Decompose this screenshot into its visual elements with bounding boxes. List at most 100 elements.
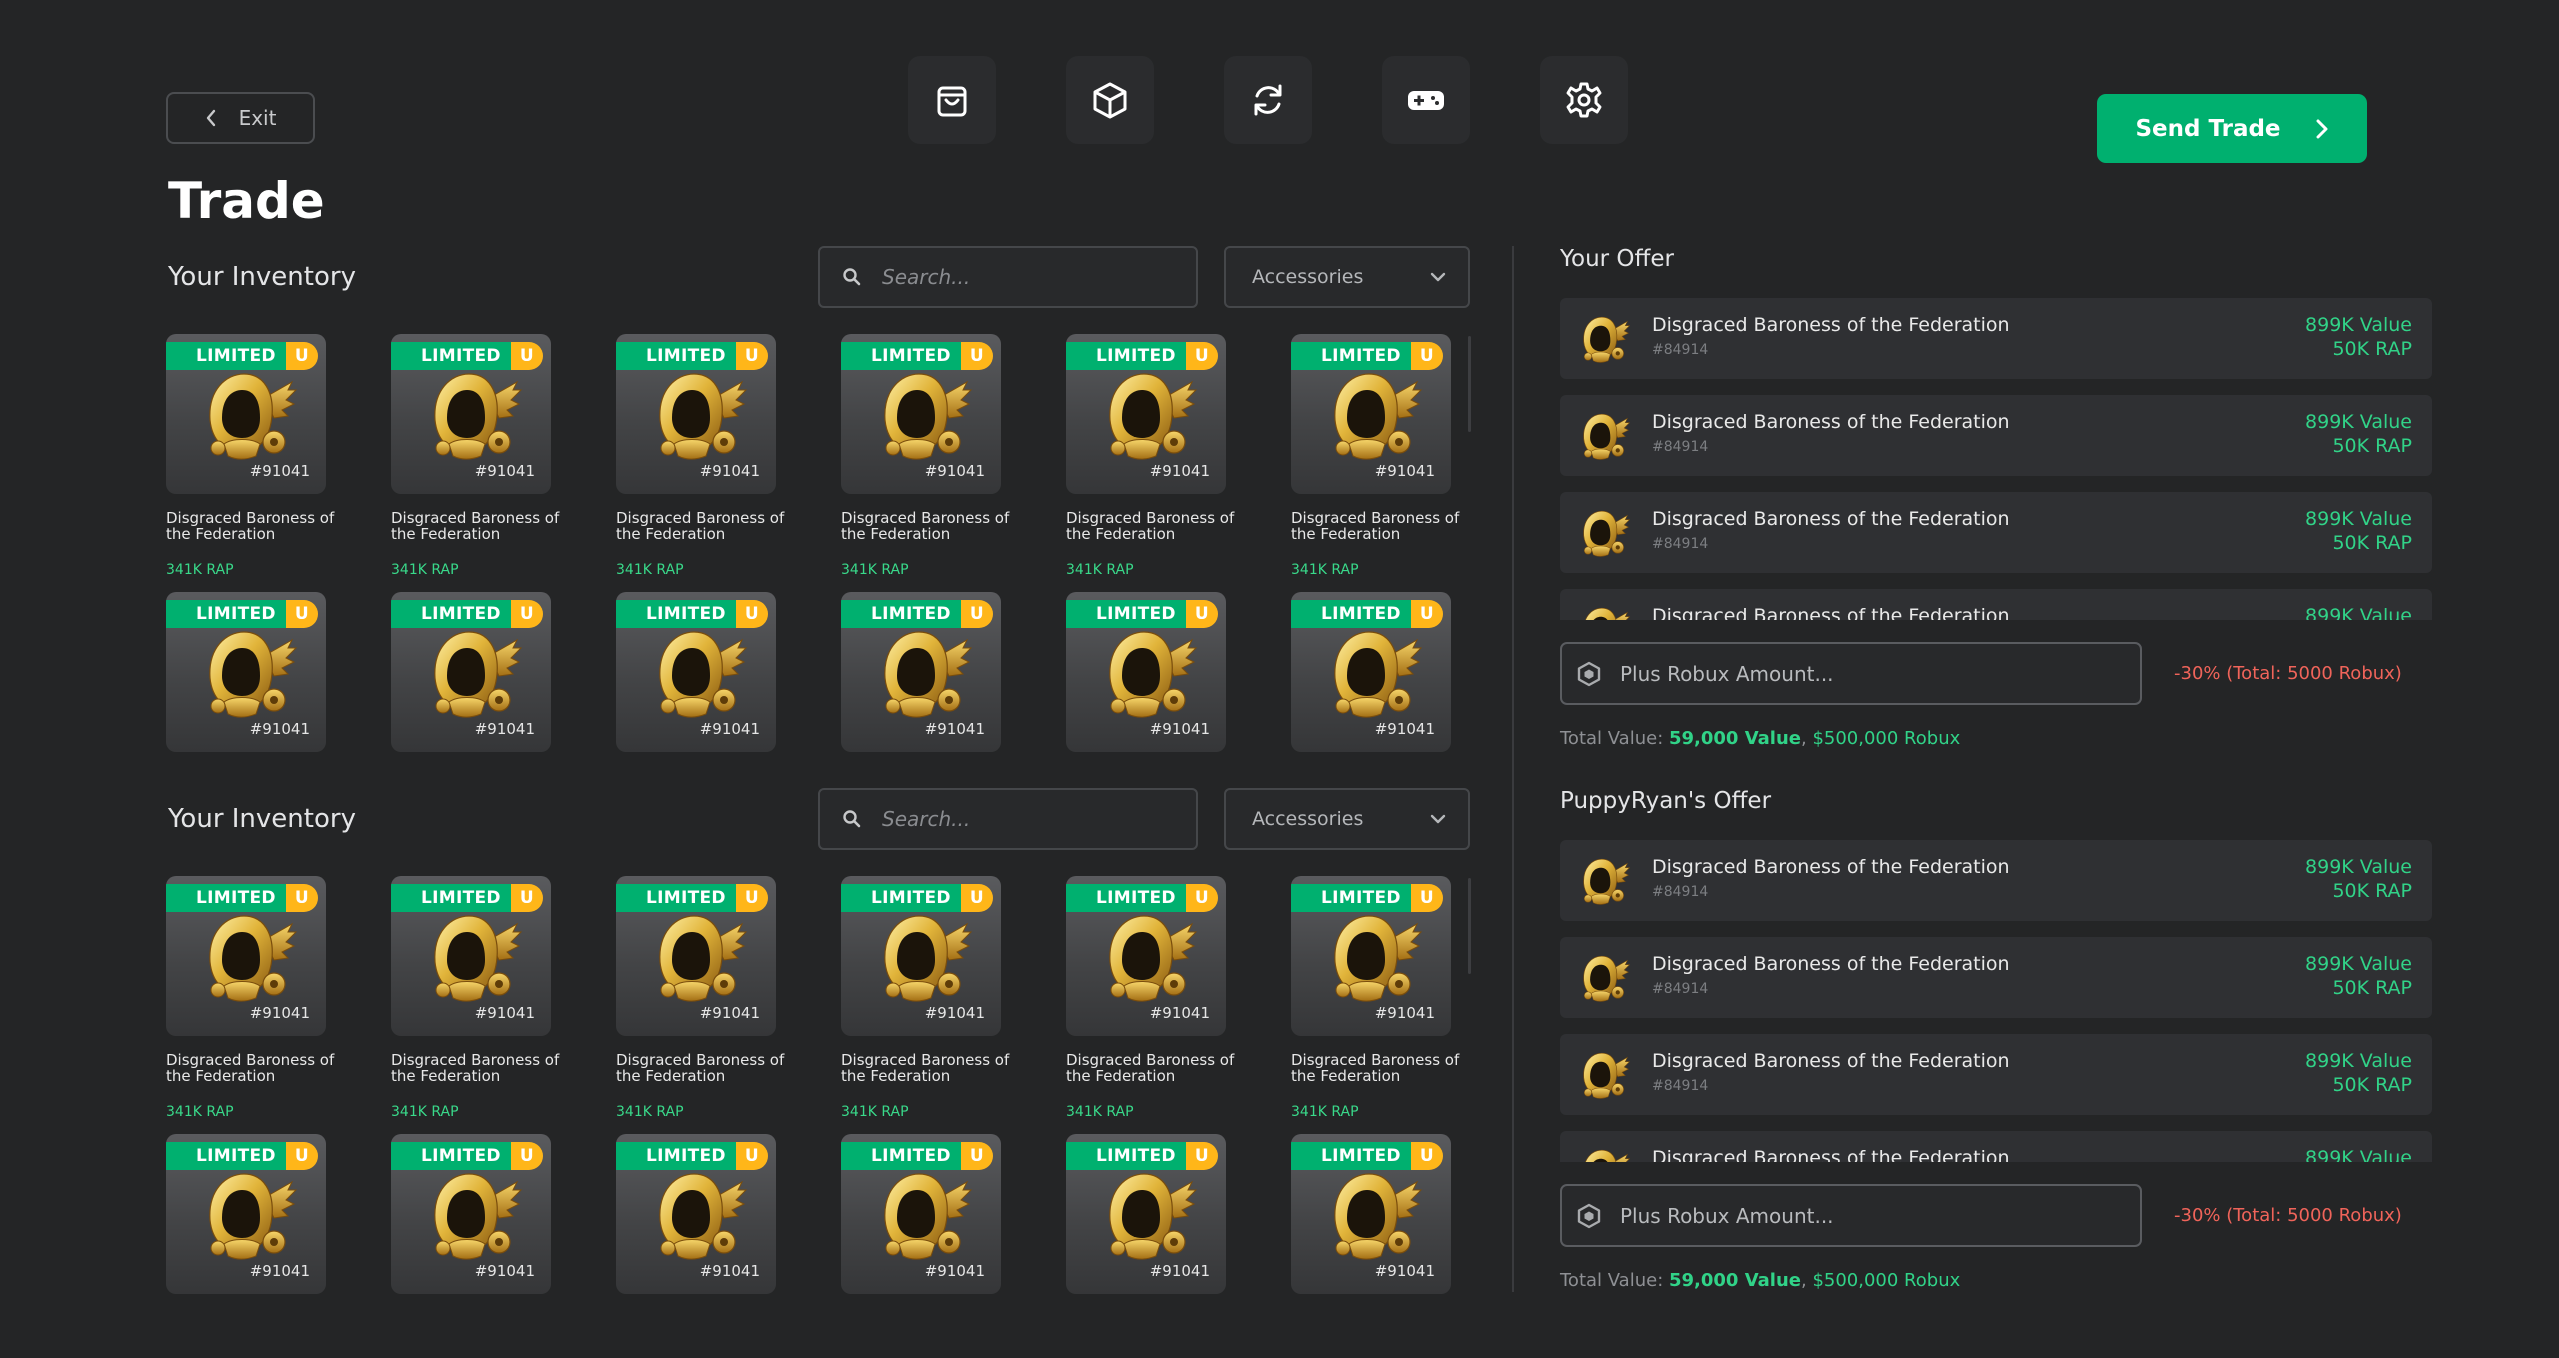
tax-note: -30% (Total: 5000 Robux) (2174, 1205, 2402, 1226)
robux-amount-field[interactable] (1560, 642, 2142, 705)
item-thumbnail: LIMITED U #91041 (841, 876, 1001, 1036)
inventory-item-card[interactable]: LIMITED U #91041 (841, 1134, 1001, 1308)
item-thumbnail: LIMITED U #91041 (166, 1134, 326, 1294)
inventory-item-card[interactable]: LIMITED U #91041 Disgraced Baroness of t… (1066, 334, 1234, 592)
inventory-item-card[interactable]: LIMITED U #91041 Disgraced Baroness of t… (1291, 876, 1459, 1134)
total-robux-amount: $500,000 Robux (1812, 1270, 1961, 1291)
exit-button[interactable]: Exit (166, 92, 315, 144)
inventory-title: Your Inventory (168, 262, 356, 292)
offer-item[interactable]: Disgraced Baroness of the Federation #84… (1560, 1131, 2432, 1162)
item-thumbnail: LIMITED U #91041 (616, 334, 776, 494)
limited-badge: LIMITED U (1291, 884, 1443, 912)
limited-badge: LIMITED U (616, 1142, 768, 1170)
inventory-item-card[interactable]: LIMITED U #91041 Disgraced Baroness of t… (841, 876, 1009, 1134)
robux-amount-input[interactable] (1620, 661, 2100, 686)
inventory-item-card[interactable]: LIMITED U #91041 (616, 592, 776, 766)
limited-label: LIMITED (166, 884, 288, 912)
inventory-item-card[interactable]: LIMITED U #91041 (391, 592, 551, 766)
settings-gear-icon (1566, 82, 1602, 118)
item-serial: #91041 (1149, 1262, 1210, 1280)
golden-dominus-hood-icon (434, 1173, 523, 1260)
offer-item-rap: 50K RAP (2332, 532, 2412, 554)
item-thumbnail: LIMITED U #91041 (166, 592, 326, 752)
nav-settings-button[interactable] (1540, 56, 1628, 144)
golden-dominus-hood-icon (434, 373, 523, 460)
inventory-item-card[interactable]: LIMITED U #91041 Disgraced Baroness of t… (841, 334, 1009, 592)
limited-label: LIMITED (1291, 1142, 1413, 1170)
item-thumbnail: LIMITED U #91041 (1066, 334, 1226, 494)
offer-item[interactable]: Disgraced Baroness of the Federation #84… (1560, 937, 2432, 1018)
inventory-item-card[interactable]: LIMITED U #91041 Disgraced Baroness of t… (166, 334, 334, 592)
total-robux-amount: $500,000 Robux (1812, 728, 1961, 749)
nav-inventory-button[interactable] (1066, 56, 1154, 144)
inventory-item-card[interactable]: LIMITED U #91041 (1291, 1134, 1451, 1308)
category-dropdown[interactable]: Accessories (1224, 246, 1470, 308)
inventory-item-card[interactable]: LIMITED U #91041 Disgraced Baroness of t… (391, 876, 559, 1134)
unique-badge: U (735, 1142, 768, 1170)
offer-item-serial: #84914 (1652, 342, 1709, 358)
nav-trade-button[interactable] (1224, 56, 1312, 144)
unique-badge: U (1185, 600, 1218, 628)
item-serial: #91041 (924, 462, 985, 480)
inventory-item-card[interactable]: LIMITED U #91041 (166, 592, 326, 766)
item-serial: #91041 (249, 1004, 310, 1022)
inventory-item-card[interactable]: LIMITED U #91041 Disgraced Baroness of t… (1291, 334, 1459, 592)
nav-games-button[interactable] (1382, 56, 1470, 144)
inventory-item-card[interactable]: LIMITED U #91041 (616, 1134, 776, 1308)
golden-dominus-hood-icon (1583, 955, 1631, 1002)
limited-label: LIMITED (1291, 600, 1413, 628)
inventory-search[interactable] (818, 788, 1198, 850)
item-thumbnail: LIMITED U #91041 (841, 334, 1001, 494)
offer-item[interactable]: Disgraced Baroness of the Federation #84… (1560, 840, 2432, 921)
inventory-scrollbar[interactable] (1468, 336, 1471, 432)
robux-amount-input[interactable] (1620, 1203, 2100, 1228)
limited-label: LIMITED (391, 600, 513, 628)
inventory-item-card[interactable]: LIMITED U #91041 (1066, 1134, 1226, 1308)
inventory-scrollbar[interactable] (1468, 878, 1471, 974)
item-serial: #91041 (474, 1262, 535, 1280)
inventory-item-card[interactable]: LIMITED U #91041 (166, 1134, 326, 1308)
nav-shop-button[interactable] (908, 56, 996, 144)
chevron-down-icon (1430, 814, 1446, 824)
total-value: Total Value: 59,000 Value, $500,000 Robu… (1560, 728, 1960, 749)
item-serial: #91041 (924, 1004, 985, 1022)
inventory-item-card[interactable]: LIMITED U #91041 Disgraced Baroness of t… (616, 876, 784, 1134)
inventory-item-card[interactable]: LIMITED U #91041 (391, 1134, 551, 1308)
offer-item-serial: #84914 (1652, 884, 1709, 900)
inventory-item-card[interactable]: LIMITED U #91041 (1291, 592, 1451, 766)
robux-amount-field[interactable] (1560, 1184, 2142, 1247)
category-selected: Accessories (1252, 808, 1364, 830)
cube-icon (1093, 82, 1127, 119)
inventory-item-card[interactable]: LIMITED U #91041 (1066, 592, 1226, 766)
refresh-icon (1254, 84, 1282, 116)
inventory-item-card[interactable]: LIMITED U #91041 Disgraced Baroness of t… (1066, 876, 1234, 1134)
item-serial: #91041 (699, 1004, 760, 1022)
inventory-grid: LIMITED U #91041 Disgraced Baroness of t… (166, 334, 1471, 766)
inventory-item-card[interactable]: LIMITED U #91041 Disgraced Baroness of t… (391, 334, 559, 592)
offer-item[interactable]: Disgraced Baroness of the Federation #84… (1560, 395, 2432, 476)
unique-badge: U (1410, 600, 1443, 628)
search-input[interactable] (882, 265, 1162, 289)
inventory-item-card[interactable]: LIMITED U #91041 Disgraced Baroness of t… (616, 334, 784, 592)
inventory-panel: Your Inventory Accessories LIMITED U (166, 788, 1471, 1308)
send-trade-button[interactable]: Send Trade (2097, 94, 2367, 163)
offer-item[interactable]: Disgraced Baroness of the Federation #84… (1560, 1034, 2432, 1115)
inventory-item-card[interactable]: LIMITED U #91041 Disgraced Baroness of t… (166, 876, 334, 1134)
inventory-search[interactable] (818, 246, 1198, 308)
limited-badge: LIMITED U (166, 600, 318, 628)
offer-item[interactable]: Disgraced Baroness of the Federation #84… (1560, 589, 2432, 620)
offer-item-values: 899K Value 50K RAP (2305, 952, 2412, 1000)
item-thumbnail: LIMITED U #91041 (391, 334, 551, 494)
search-input[interactable] (882, 807, 1162, 831)
limited-badge: LIMITED U (1066, 884, 1218, 912)
offer-list: Disgraced Baroness of the Federation #84… (1560, 840, 2432, 1162)
exit-label: Exit (238, 106, 277, 130)
item-thumbnail: LIMITED U #91041 (1291, 592, 1451, 752)
offer-item[interactable]: Disgraced Baroness of the Federation #84… (1560, 492, 2432, 573)
item-thumbnail: LIMITED U #91041 (391, 592, 551, 752)
offer-item-values: 899K Value 50K RAP (2305, 410, 2412, 458)
category-dropdown[interactable]: Accessories (1224, 788, 1470, 850)
offer-item[interactable]: Disgraced Baroness of the Federation #84… (1560, 298, 2432, 379)
item-rap: 341K RAP (616, 562, 684, 578)
inventory-item-card[interactable]: LIMITED U #91041 (841, 592, 1001, 766)
